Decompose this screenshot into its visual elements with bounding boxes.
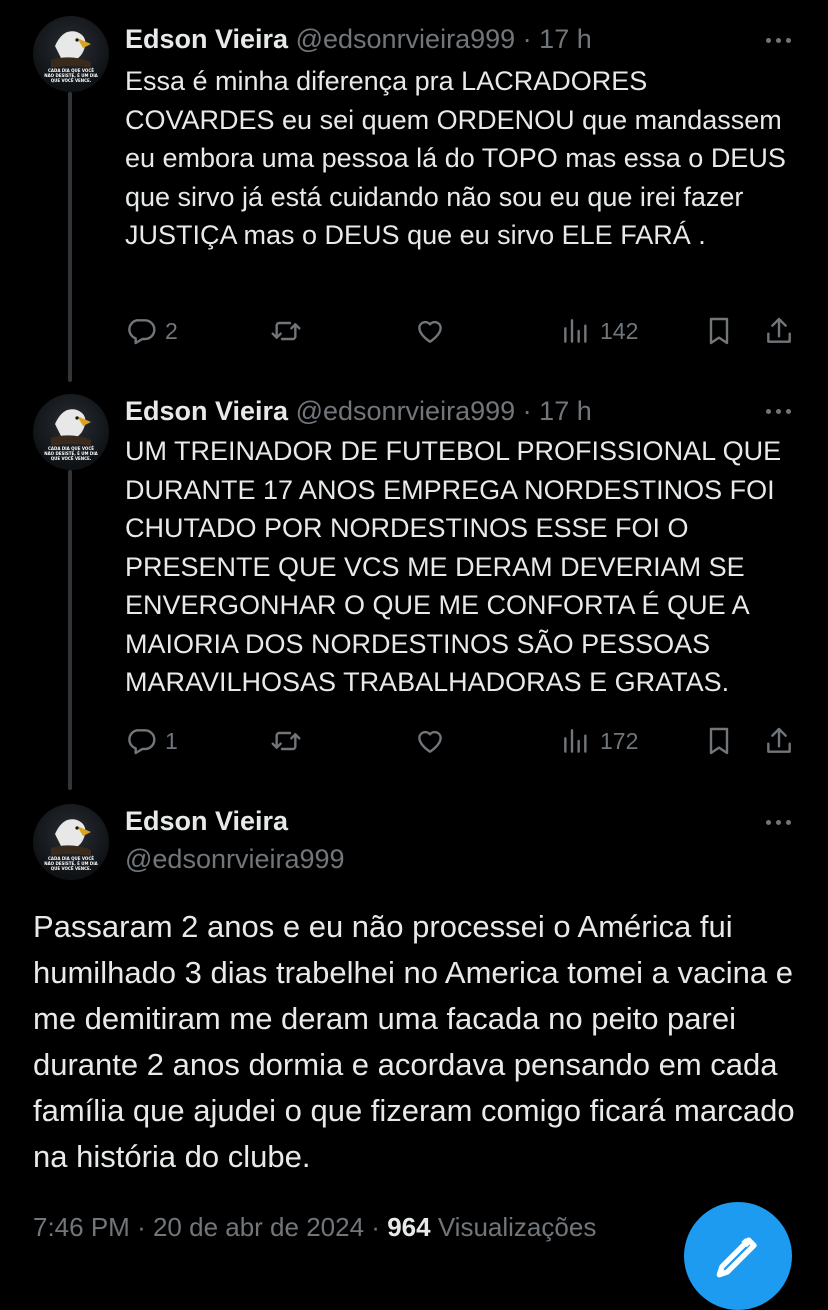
avatar[interactable]: CADA DIA QUE VOCÊ NÃO DESISTE, É UM DIA … — [33, 394, 109, 470]
heart-icon — [418, 320, 442, 343]
retweet-button[interactable] — [270, 315, 310, 347]
svg-text:QUE VOCÊ VENCE.: QUE VOCÊ VENCE. — [51, 456, 92, 461]
reply-button[interactable]: 2 — [125, 315, 178, 347]
author-handle[interactable]: @edsonrvieira999 — [125, 844, 345, 875]
author-handle[interactable]: @edsonrvieira999 — [296, 24, 516, 54]
tweet-text: Passaram 2 anos e eu não processei o Amé… — [33, 909, 795, 1174]
reply-icon — [128, 319, 156, 345]
tweet-header: Edson Vieira @edsonrvieira999 · 17 h — [125, 396, 592, 427]
author-name[interactable]: Edson Vieira — [125, 806, 288, 837]
tweet[interactable]: CADA DIA QUE VOCÊ NÃO DESISTE, É UM DIA … — [0, 0, 828, 380]
svg-text:QUE VOCÊ VENCE.: QUE VOCÊ VENCE. — [51, 866, 92, 871]
reply-button[interactable]: 1 — [125, 725, 178, 757]
compose-button[interactable] — [684, 1202, 792, 1310]
like-button[interactable] — [414, 725, 454, 757]
views-label: Visualizações — [437, 1212, 597, 1242]
tweet[interactable]: CADA DIA QUE VOCÊ NÃO DESISTE, É UM DIA … — [0, 380, 828, 790]
author-name[interactable]: Edson Vieira — [125, 396, 288, 426]
tweet-time[interactable]: 7:46 PM — [33, 1212, 130, 1242]
main-tweet: CADA DIA QUE VOCÊ NÃO DESISTE, É UM DIA … — [0, 790, 828, 1256]
eagle-avatar-icon: CADA DIA QUE VOCÊ NÃO DESISTE, É UM DIA … — [44, 819, 99, 871]
eagle-avatar-icon: CADA DIA QUE VOCÊ NÃO DESISTE, É UM DIA … — [44, 31, 99, 83]
more-dots-icon[interactable] — [762, 406, 794, 416]
share-icon — [767, 317, 791, 343]
compose-icon — [716, 1237, 757, 1278]
eagle-avatar-icon: CADA DIA QUE VOCÊ NÃO DESISTE, É UM DIA … — [44, 409, 99, 461]
bookmark-icon — [709, 317, 729, 345]
like-button[interactable] — [414, 315, 454, 347]
bookmark-button[interactable] — [703, 725, 735, 757]
bookmark-button[interactable] — [703, 315, 735, 347]
author-name[interactable]: Edson Vieira — [125, 24, 288, 54]
tweet-date[interactable]: 20 de abr de 2024 — [153, 1212, 364, 1242]
heart-icon — [418, 730, 442, 753]
views-button[interactable]: 172 — [560, 725, 638, 757]
separator-dot: · — [522, 396, 532, 426]
more-dots-icon[interactable] — [762, 35, 794, 45]
reply-icon — [128, 729, 156, 755]
views-chart-icon — [564, 319, 587, 343]
bookmark-icon — [709, 727, 729, 755]
retweet-icon — [271, 321, 301, 341]
tweet-header: Edson Vieira @edsonrvieira999 · 17 h — [125, 24, 592, 55]
avatar[interactable]: CADA DIA QUE VOCÊ NÃO DESISTE, É UM DIA … — [33, 16, 109, 92]
more-dots-icon[interactable] — [762, 817, 794, 827]
views-button[interactable]: 142 — [560, 315, 638, 347]
separator-dot: · — [522, 24, 532, 54]
share-icon — [767, 727, 791, 753]
retweet-icon — [271, 731, 301, 751]
share-button[interactable] — [763, 725, 795, 757]
author-handle[interactable]: @edsonrvieira999 — [296, 396, 516, 426]
separator-dot: · — [371, 1212, 380, 1242]
tweet-time[interactable]: 17 h — [539, 396, 592, 426]
tweet-text: UM TREINADOR DE FUTEBOL PROFISSIONAL QUE… — [125, 436, 782, 697]
reply-count: 1 — [165, 727, 178, 754]
views-count: 964 — [387, 1212, 431, 1242]
views-count: 172 — [600, 727, 639, 754]
tweet-text: Essa é minha diferença pra LACRADORES CO… — [125, 66, 786, 250]
avatar[interactable]: CADA DIA QUE VOCÊ NÃO DESISTE, É UM DIA … — [33, 804, 109, 880]
share-button[interactable] — [763, 315, 795, 347]
tweet-meta: 7:46 PM · 20 de abr de 2024 · 964 Visual… — [33, 1212, 596, 1243]
reply-count: 2 — [165, 317, 178, 344]
tweet-actions: 1 172 — [125, 725, 795, 759]
separator-dot: · — [137, 1212, 146, 1242]
tweet-actions: 2 142 — [125, 315, 795, 349]
svg-text:QUE VOCÊ VENCE.: QUE VOCÊ VENCE. — [51, 78, 92, 83]
tweet-time[interactable]: 17 h — [539, 24, 592, 54]
views-count: 142 — [600, 317, 639, 344]
views-chart-icon — [564, 729, 587, 753]
retweet-button[interactable] — [270, 725, 310, 757]
